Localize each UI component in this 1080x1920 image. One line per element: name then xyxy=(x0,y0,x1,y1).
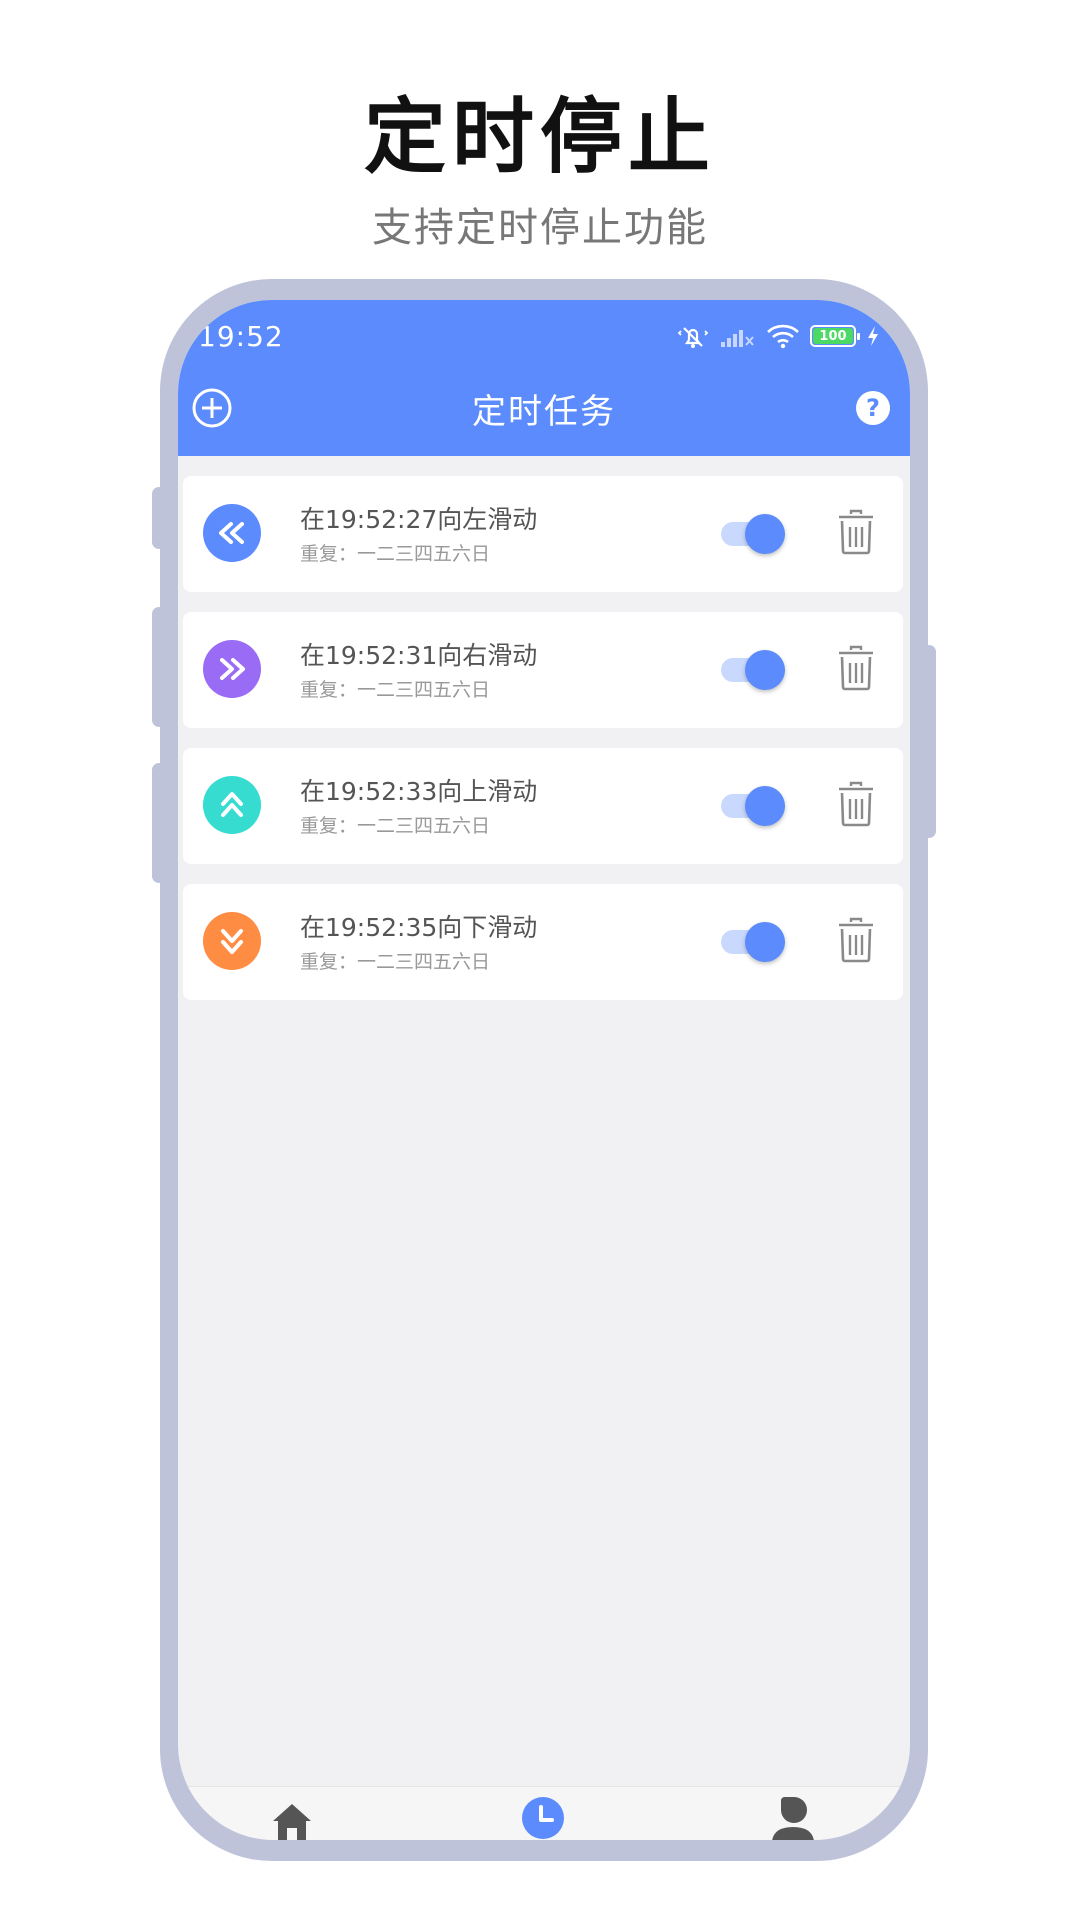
task-repeat: 重复：一二三四五六日 xyxy=(300,815,491,837)
page-title: 定时任务 xyxy=(472,392,616,432)
trash-icon[interactable] xyxy=(837,509,875,555)
charging-icon xyxy=(868,326,878,346)
swipe-up-icon xyxy=(203,776,261,834)
task-repeat: 重复：一二三四五六日 xyxy=(300,951,491,973)
promo-subtitle: 支持定时停止功能 xyxy=(372,205,708,251)
task-title: 在19:52:35向下滑动 xyxy=(300,913,538,942)
swipe-right-icon xyxy=(203,640,261,698)
phone-power-button xyxy=(922,645,936,838)
task-toggle[interactable] xyxy=(721,650,787,690)
task-title: 在19:52:31向右滑动 xyxy=(300,641,538,670)
task-repeat: 重复：一二三四五六日 xyxy=(300,543,491,565)
battery-level: 100 xyxy=(819,328,847,344)
phone-side-button xyxy=(152,607,166,727)
task-item[interactable]: 在19:52:33向上滑动 重复：一二三四五六日 xyxy=(183,748,903,864)
mute-icon xyxy=(677,327,709,348)
task-item[interactable]: 在19:52:27向左滑动 重复：一二三四五六日 xyxy=(183,476,903,592)
app-header: 19:52 100 定时任务 ? xyxy=(178,300,910,456)
trash-icon[interactable] xyxy=(837,917,875,963)
phone-screen: 19:52 100 定时任务 ? 在19:52:27向左滑动 重复：一二三四五六… xyxy=(178,300,910,1840)
trash-icon[interactable] xyxy=(837,781,875,827)
task-list: 在19:52:27向左滑动 重复：一二三四五六日 在19:52:31向右滑动 重… xyxy=(183,476,903,1020)
task-item[interactable]: 在19:52:31向右滑动 重复：一二三四五六日 xyxy=(183,612,903,728)
task-toggle[interactable] xyxy=(721,514,787,554)
swipe-left-icon xyxy=(203,504,261,562)
task-title: 在19:52:33向上滑动 xyxy=(300,777,538,806)
signal-icon xyxy=(721,330,754,347)
wifi-icon xyxy=(767,324,799,349)
promo-title: 定时停止 xyxy=(363,90,716,185)
task-title: 在19:52:27向左滑动 xyxy=(300,505,538,534)
home-icon[interactable] xyxy=(270,1801,314,1840)
task-repeat: 重复：一二三四五六日 xyxy=(300,679,491,701)
profile-icon[interactable] xyxy=(770,1797,816,1840)
trash-icon[interactable] xyxy=(837,645,875,691)
status-time: 19:52 xyxy=(198,320,284,353)
battery-icon: 100 xyxy=(810,325,860,347)
swipe-down-icon xyxy=(203,912,261,970)
bottom-nav xyxy=(178,1786,910,1840)
status-icons: 100 xyxy=(676,320,880,352)
phone-side-button xyxy=(152,487,166,549)
task-toggle[interactable] xyxy=(721,922,787,962)
task-item[interactable]: 在19:52:35向下滑动 重复：一二三四五六日 xyxy=(183,884,903,1000)
phone-side-button xyxy=(152,763,166,883)
clock-icon[interactable] xyxy=(520,1795,566,1840)
task-toggle[interactable] xyxy=(721,786,787,826)
help-icon[interactable]: ? xyxy=(856,391,890,425)
